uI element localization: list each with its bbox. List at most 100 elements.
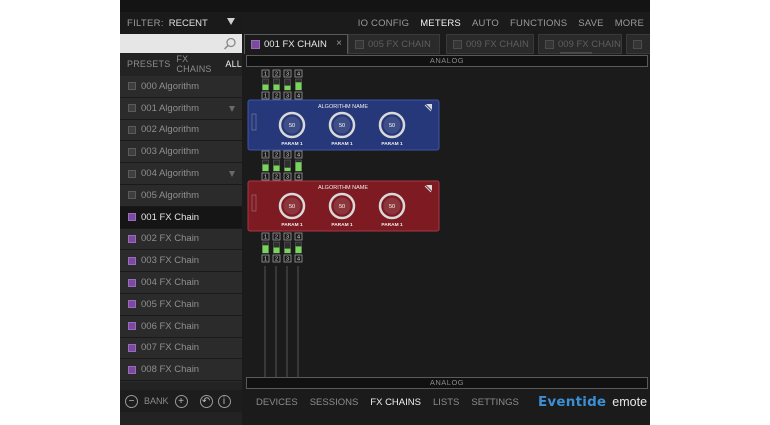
list-item-label: 001 Algorithm [141,102,200,114]
nav-fx-chains[interactable]: FX CHAINS [370,397,421,408]
fx-chain-icon [128,213,136,222]
param-knob-label: PARAM 1 [281,141,303,147]
channel-number: 3 [286,235,289,241]
fx-chain-icon [128,256,136,265]
level-meter-fill [295,246,302,253]
list-item-label: 004 FX Chain [141,277,200,289]
list-item[interactable]: 004 Algorithm [120,163,242,185]
level-meter-fill [284,85,291,90]
list-item[interactable]: 007 FX Chain [120,337,242,360]
algorithm-icon [128,147,136,156]
list-item-label: 000 Algorithm [141,80,200,92]
list-item[interactable]: 002 Algorithm [120,119,242,142]
list-item-label: 002 FX Chain [141,233,200,245]
bank-minus-button[interactable]: − [125,394,138,408]
preset-browser-sidebar: FILTER: RECENT PRESETS FX CHAINS ALL 000 A… [120,12,242,425]
caret-down-icon [227,18,235,25]
bank-plus-button[interactable]: + [174,394,188,408]
fx-chain-icon [128,300,136,309]
list-item-label: 003 FX Chain [141,255,200,267]
param-knob-label: PARAM 1 [381,141,403,147]
nav-lists[interactable]: LISTS [433,397,459,408]
main-panel: IO CONFIG METERS AUTO FUNCTIONS SAVE MORE 001… [242,12,650,425]
window-top-strip [120,0,650,12]
list-item[interactable]: 002 FX Chain [120,228,242,251]
level-meter-fill [295,162,302,171]
logo-product: emote [612,395,648,409]
list-item[interactable]: 001 FX Chain [120,206,242,229]
search-input[interactable] [120,34,242,53]
undo-icon[interactable]: ↶ [199,394,213,408]
bank-controls: − BANK + ↶ i [120,390,242,412]
param-knob-value: 50 [339,123,345,129]
param-knob-value: 50 [289,204,295,210]
fx-chain-icon [128,343,136,352]
routing-graph: 1 1 2 2 3 3 4 4 1 1 2 2 3 3 4 4 1 1 2 2 3 3 4 4 ALGORITHM NAME 50… [247,69,440,377]
level-meter-fill [284,167,291,171]
channel-number: 4 [297,72,300,78]
level-meter-fill [273,247,280,253]
param-knob-label: PARAM 1 [331,141,353,147]
nav-sessions[interactable]: SESSIONS [310,397,359,408]
list-item[interactable]: 001 Algorithm [120,97,242,120]
fx-chain-icon [128,365,136,374]
fx-chain-icon [128,234,136,243]
list-item[interactable]: 005 FX Chain [120,293,242,316]
emote-app-window: FILTER: RECENT PRESETS FX CHAINS ALL 000 A… [120,0,650,425]
channel-number: 1 [264,257,267,263]
list-item-label: 006 FX Chain [141,320,200,332]
mode-fx-chains[interactable]: FX CHAINS [176,54,219,74]
mode-all[interactable]: ALL [225,59,242,69]
nav-settings[interactable]: SETTINGS [471,397,519,408]
list-item[interactable]: 003 Algorithm [120,141,242,164]
param-knob-value: 50 [389,123,395,129]
level-meter-fill [295,82,302,90]
algorithm-icon [128,125,136,134]
eventide-emote-logo: Eventide emote [538,391,650,413]
list-item[interactable]: 006 FX Chain [120,315,242,338]
channel-number: 4 [297,257,300,263]
mode-presets[interactable]: PRESETS [127,59,170,69]
level-meter-fill [273,84,280,90]
list-item[interactable]: 000 Algorithm [120,76,242,98]
list-item-label: 001 FX Chain [141,211,200,223]
analog-input-bus[interactable]: ANALOG [246,55,648,67]
channel-number: 2 [275,235,278,241]
list-item-label: 005 Algorithm [141,189,200,201]
channel-number: 1 [264,94,267,100]
preset-list: 000 Algorithm 001 Algorithm 002 Algorithm 0… [120,76,242,382]
param-knob-value: 50 [289,123,295,129]
list-item[interactable]: 005 Algorithm [120,184,242,207]
list-item-label: 008 FX Chain [141,364,200,376]
channel-number: 3 [286,257,289,263]
expand-caret-icon[interactable] [229,105,235,112]
algorithm-icon [128,191,136,200]
analog-output-bus[interactable]: ANALOG [246,377,648,389]
expand-caret-icon[interactable] [229,171,235,178]
info-icon[interactable]: i [217,394,231,408]
channel-number: 3 [286,175,289,181]
footer-navigation: DEVICES SESSIONS FX CHAINS LISTS SETTINGS [242,391,522,413]
filter-dropdown[interactable]: FILTER: RECENT [120,12,242,34]
list-item[interactable]: 008 FX Chain [120,359,242,382]
channel-number: 1 [264,153,267,159]
channel-number: 3 [286,72,289,78]
param-knob-label: PARAM 1 [381,222,403,228]
param-knob-label: PARAM 1 [331,222,353,228]
channel-number: 2 [275,72,278,78]
channel-number: 4 [297,235,300,241]
list-item[interactable]: 003 FX Chain [120,250,242,273]
param-knob-label: PARAM 1 [281,222,303,228]
channel-number: 3 [286,153,289,159]
nav-devices[interactable]: DEVICES [256,397,298,408]
list-item-label: 002 Algorithm [141,124,200,136]
filter-value: RECENT [168,17,208,29]
channel-number: 1 [264,175,267,181]
channel-number: 4 [297,153,300,159]
channel-number: 1 [264,235,267,241]
list-item[interactable]: 009 FX Chain [120,381,242,382]
search-icon[interactable] [223,37,237,51]
filter-label: FILTER: [127,17,164,29]
param-knob-value: 50 [339,204,345,210]
list-item[interactable]: 004 FX Chain [120,272,242,294]
